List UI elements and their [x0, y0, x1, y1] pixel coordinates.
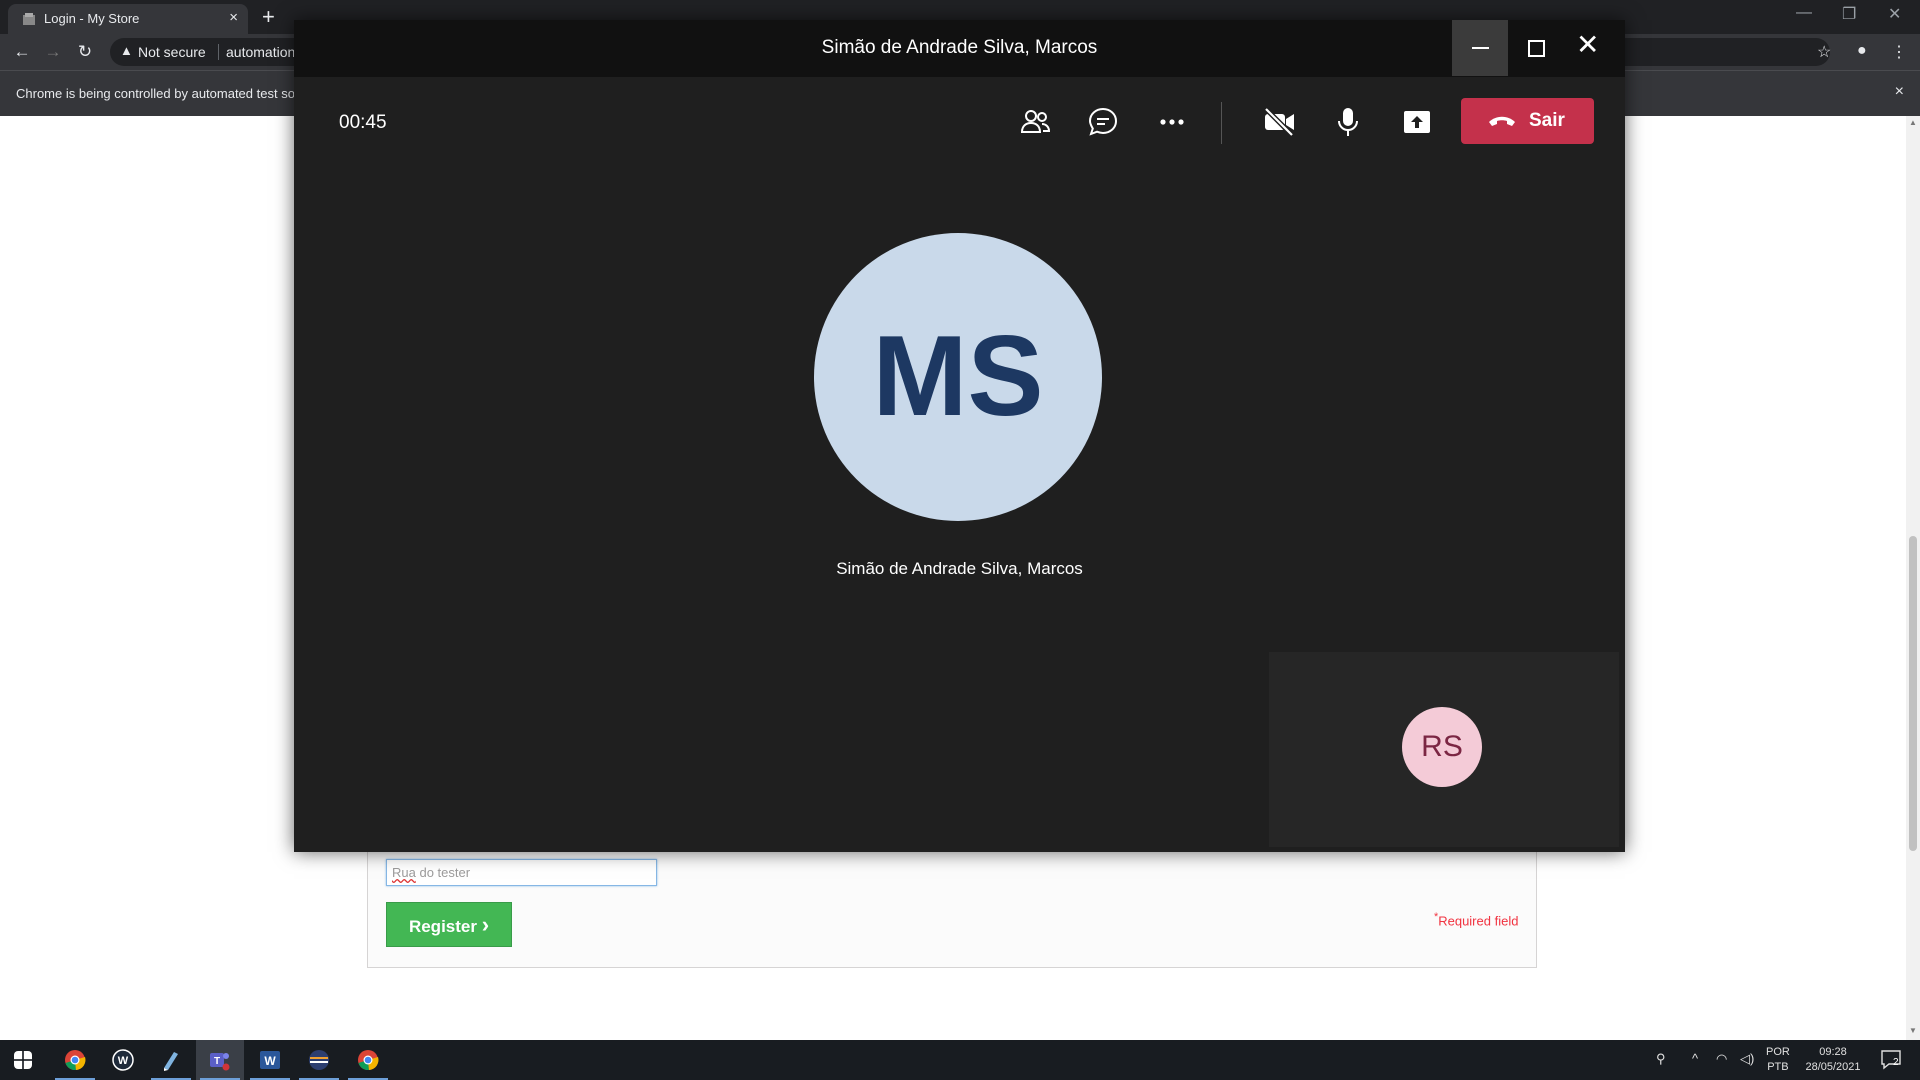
call-stage: MS Simão de Andrade Silva, Marcos RS	[294, 164, 1625, 852]
start-button[interactable]	[0, 1040, 48, 1080]
leave-call-button[interactable]: Sair	[1461, 98, 1594, 144]
taskbar-chrome-2[interactable]	[344, 1040, 392, 1080]
microphone-icon[interactable]	[1328, 102, 1368, 142]
participants-icon[interactable]	[1015, 102, 1055, 142]
windows-taskbar: W T W ⚲ ^ ◠ ◁) POR PTB 09:28 28/05/2021 …	[0, 1040, 1920, 1080]
remote-participant-name: Simão de Andrade Silva, Marcos	[836, 559, 1083, 578]
chrome-icon	[358, 1050, 379, 1071]
page-scrollbar[interactable]: ▲ ▼	[1906, 116, 1920, 1040]
notification-count: 2	[1893, 1057, 1899, 1068]
app-w-icon: W	[112, 1049, 134, 1071]
app-stripe-icon	[309, 1050, 329, 1070]
people-tray-icon[interactable]: ⚲	[1656, 1051, 1666, 1067]
required-text: Required field	[1438, 913, 1519, 929]
register-button[interactable]: Register ›	[386, 902, 512, 947]
bookmark-star-icon[interactable]: ☆	[1817, 42, 1831, 62]
call-title: Simão de Andrade Silva, Marcos	[821, 37, 1098, 58]
more-options-icon[interactable]	[1152, 102, 1192, 142]
taskbar-app-stripe[interactable]	[295, 1040, 343, 1080]
volume-icon[interactable]: ◁)	[1740, 1051, 1754, 1067]
clock[interactable]: 09:28 28/05/2021	[1800, 1045, 1866, 1075]
security-label: Not secure	[138, 44, 206, 60]
svg-text:W: W	[264, 1054, 276, 1068]
self-preview: RS	[1269, 652, 1619, 847]
new-tab-button[interactable]: +	[262, 4, 275, 30]
app-pen-icon	[164, 1052, 178, 1071]
reload-icon[interactable]: ↻	[75, 42, 95, 62]
taskbar-chrome-1[interactable]	[51, 1040, 99, 1080]
taskbar-word[interactable]: W	[246, 1040, 294, 1080]
register-label: Register	[408, 917, 477, 936]
svg-text:T: T	[214, 1056, 220, 1067]
taskbar-teams[interactable]: T	[196, 1040, 244, 1080]
word-icon: W	[260, 1051, 280, 1069]
action-center-icon[interactable]: 2	[1880, 1048, 1902, 1073]
language-code: POR	[1766, 1046, 1790, 1058]
call-toolbar: 00:45 Sair	[294, 77, 1625, 164]
call-close-button[interactable]: ✕	[1576, 30, 1599, 60]
taskbar-app-pen[interactable]	[147, 1040, 195, 1080]
self-avatar: RS	[1402, 707, 1482, 787]
warning-icon: ▲	[120, 43, 133, 58]
show-hidden-icons-icon[interactable]: ^	[1692, 1051, 1698, 1066]
chat-icon[interactable]	[1083, 102, 1123, 142]
omnibox-divider	[218, 44, 219, 60]
call-minimize-button[interactable]	[1452, 20, 1508, 76]
call-timer: 00:45	[339, 112, 387, 133]
keyboard-layout: PTB	[1767, 1061, 1789, 1073]
scroll-up-icon[interactable]: ▲	[1909, 118, 1917, 127]
infobar-text: Chrome is being controlled by automated …	[16, 86, 295, 101]
address-value-misspelled: Rua	[392, 865, 416, 880]
svg-text:W: W	[118, 1055, 129, 1067]
teams-icon: T	[210, 1053, 230, 1071]
share-screen-icon[interactable]	[1397, 102, 1437, 142]
chrome-icon	[65, 1050, 86, 1071]
leave-label: Sair	[1529, 110, 1565, 131]
call-maximize-button[interactable]	[1528, 40, 1545, 57]
clock-time: 09:28	[1819, 1046, 1847, 1058]
infobar-close-icon[interactable]: ×	[1895, 83, 1904, 101]
hang-up-icon	[1489, 116, 1515, 126]
scroll-down-icon[interactable]: ▼	[1909, 1026, 1917, 1035]
back-icon[interactable]: ←	[12, 42, 32, 62]
forward-icon[interactable]: →	[43, 42, 63, 62]
scrollbar-thumb[interactable]	[1909, 536, 1917, 851]
address-input[interactable]: Rua do tester	[386, 859, 657, 886]
browser-minimize-icon[interactable]: —	[1796, 4, 1812, 22]
remote-participant-avatar: MS	[814, 233, 1102, 521]
clock-date: 28/05/2021	[1805, 1061, 1861, 1073]
tab-title: Login - My Store	[44, 11, 140, 26]
required-field-note: *Required field	[1434, 911, 1518, 928]
camera-off-icon[interactable]	[1259, 102, 1299, 142]
browser-tab[interactable]: Login - My Store ×	[8, 4, 248, 34]
toolbar-divider	[1221, 102, 1222, 144]
browser-menu-icon[interactable]: ⋮	[1891, 42, 1907, 62]
url-text: automation	[226, 44, 296, 60]
chevron-right-icon: ›	[481, 912, 490, 937]
input-language[interactable]: POR PTB	[1766, 1045, 1790, 1075]
network-icon[interactable]: ◠	[1716, 1051, 1727, 1067]
store-favicon-icon	[23, 13, 35, 25]
call-titlebar: Simão de Andrade Silva, Marcos ✕	[294, 20, 1625, 77]
start-icon	[14, 1051, 32, 1069]
address-value-rest: do tester	[415, 865, 471, 880]
taskbar-app-w[interactable]: W	[99, 1040, 147, 1080]
browser-restore-icon[interactable]: ❐	[1842, 4, 1856, 24]
profile-icon[interactable]: ●	[1857, 42, 1867, 60]
browser-close-icon[interactable]: ✕	[1888, 4, 1901, 24]
tab-close-icon[interactable]: ×	[229, 9, 238, 26]
teams-call-window: Simão de Andrade Silva, Marcos ✕ 00:45 S…	[294, 20, 1625, 852]
